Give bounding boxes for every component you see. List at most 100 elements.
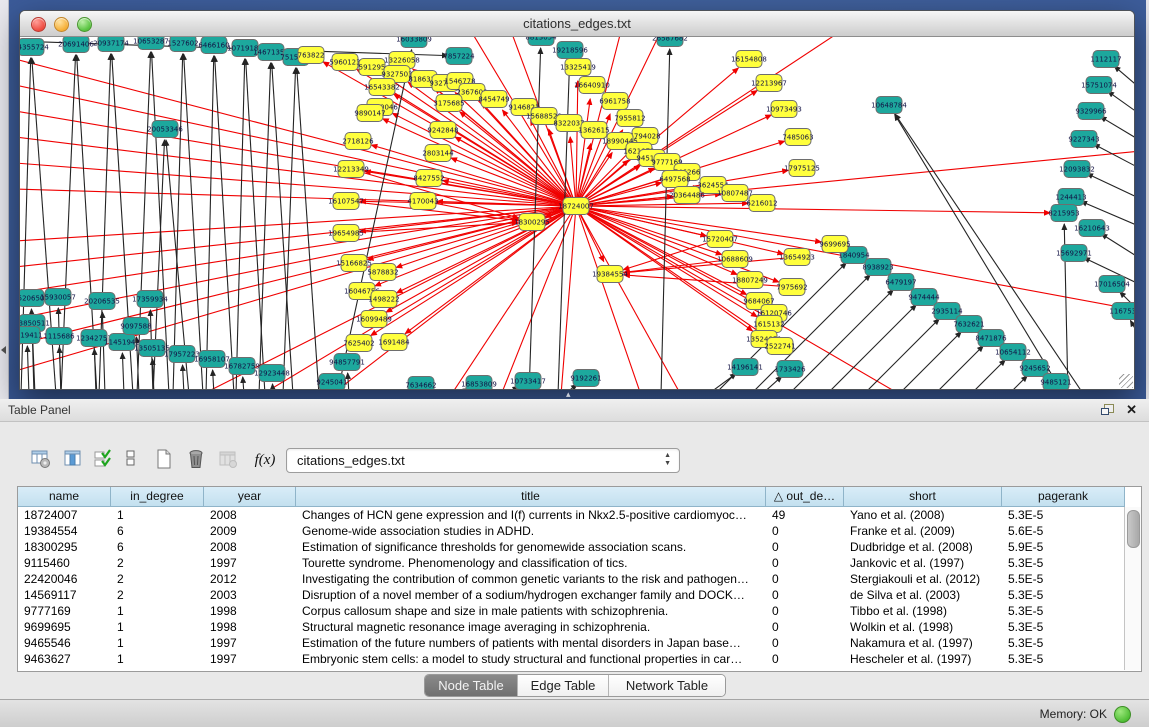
splitter-handle[interactable]: ▴ <box>566 390 571 399</box>
window-resize-grip[interactable] <box>1119 374 1133 388</box>
table-select-value: citations_edges.txt <box>297 453 405 468</box>
table-row[interactable]: 977716911998Corpus callosum shape and si… <box>18 603 1125 619</box>
column-header-name[interactable]: name <box>18 487 111 507</box>
function-builder-icon[interactable]: f(x) <box>249 447 281 473</box>
table-row[interactable]: 1830029562008Estimation of significance … <box>18 539 1125 555</box>
column-header-in_degree[interactable]: in_degree <box>111 487 204 507</box>
graph-edge <box>1130 321 1134 339</box>
table-row[interactable]: 1456911722003Disruption of a novel membe… <box>18 587 1125 603</box>
graph-edge <box>1108 91 1134 115</box>
cell-short: Yano et al. (2008) <box>844 507 1002 523</box>
cell-in_degree: 6 <box>111 539 204 555</box>
graph-node-label: 20206535 <box>84 298 120 306</box>
table-row[interactable]: 1872400712008Changes of HCN gene express… <box>18 507 1125 523</box>
cell-short: Stergiakouli et al. (2012) <box>844 571 1002 587</box>
graph-node-label: 12093832 <box>1059 166 1095 174</box>
cell-in_degree: 1 <box>111 619 204 635</box>
cell-name: 22420046 <box>18 571 111 587</box>
table-row[interactable]: 969969511998Structural magnetic resonanc… <box>18 619 1125 635</box>
cell-pagerank: 5.5E-5 <box>1002 571 1125 587</box>
float-window-icon[interactable] <box>1101 404 1113 415</box>
graph-node-label: 16210643 <box>1074 225 1110 233</box>
graph-node-label: 8813054 <box>525 37 557 42</box>
graph-edge <box>20 137 576 206</box>
graph-node-label: 19218596 <box>552 47 588 55</box>
cell-in_degree: 1 <box>111 635 204 651</box>
graph-node-label: 18300295 <box>514 219 550 227</box>
control-panel-edge <box>0 0 9 399</box>
cell-in_degree: 1 <box>111 603 204 619</box>
select-columns-icon[interactable] <box>90 447 116 473</box>
graph-node-label: 19384554 <box>592 271 628 279</box>
cell-year: 2012 <box>204 571 296 587</box>
graph-node-label: 16107547 <box>328 198 364 206</box>
tab-network-table[interactable]: Network Table <box>609 675 725 696</box>
graph-edge <box>576 206 1050 213</box>
graph-node-label: 9227343 <box>1068 136 1099 144</box>
cell-name: 9777169 <box>18 603 111 619</box>
memory-status-icon[interactable] <box>1114 706 1131 723</box>
cell-title: Genome-wide association studies in ADHD. <box>296 523 766 539</box>
cell-out_degree: 0 <box>766 587 844 603</box>
graph-node-label: 15720407 <box>702 236 738 244</box>
cell-out_degree: 0 <box>766 571 844 587</box>
graph-node-label: 15692971 <box>1056 250 1092 258</box>
delete-icon[interactable] <box>183 447 209 473</box>
graph-node-label: 2718126 <box>342 138 374 146</box>
import-table-icon[interactable] <box>215 447 241 473</box>
scrollbar-thumb[interactable] <box>1127 510 1140 548</box>
column-header-out_degree[interactable]: △ out_de… <box>766 487 844 507</box>
graph-node-label: 10688609 <box>717 256 753 264</box>
panel-collapse-icon[interactable] <box>1 346 6 354</box>
tab-edge-table[interactable]: Edge Table <box>518 675 609 696</box>
graph-node-label: 24355724 <box>20 44 49 52</box>
graph-node-label: 3175685 <box>433 100 464 108</box>
graph-node-label: 5878832 <box>367 269 398 277</box>
column-header-pagerank[interactable]: pagerank <box>1002 487 1125 507</box>
graph-node-label: 1733426 <box>774 366 806 374</box>
graph-edge <box>213 370 214 389</box>
show-columns-icon[interactable] <box>60 447 86 473</box>
table-row[interactable]: 946554611997Estimation of the future num… <box>18 635 1125 651</box>
graph-edge <box>895 114 1064 389</box>
graph-node-label: 8938923 <box>862 264 893 272</box>
table-row[interactable]: 2242004622012Investigating the contribut… <box>18 571 1125 587</box>
table-row[interactable]: 946362711997Embryonic stem cells: a mode… <box>18 651 1125 667</box>
graph-node-label: 9097588 <box>120 323 151 331</box>
graph-node-label: 10733417 <box>510 378 546 386</box>
table-row[interactable]: 911546021997Tourette syndrome. Phenomeno… <box>18 555 1125 571</box>
graph-node-label: 12213967 <box>751 80 787 88</box>
cell-name: 19384554 <box>18 523 111 539</box>
column-header-short[interactable]: short <box>844 487 1002 507</box>
graph-edge <box>863 319 939 389</box>
cell-year: 2008 <box>204 507 296 523</box>
close-panel-icon[interactable]: ✕ <box>1126 402 1137 417</box>
graph-node-label: 9699695 <box>819 241 850 249</box>
graph-node-label: 8454749 <box>478 96 509 104</box>
column-header-year[interactable]: year <box>204 487 296 507</box>
table-tab-group: Node Table Edge Table Network Table <box>424 674 726 697</box>
table-row[interactable]: 1938455462009Genome-wide association stu… <box>18 523 1125 539</box>
network-canvas[interactable]: 2435572420691406209371741065328715276026… <box>20 37 1134 389</box>
graph-node-label: 9245041 <box>316 379 347 387</box>
graph-node-label: 1615132 <box>753 321 784 329</box>
graph-node-label: 20691406 <box>58 41 94 49</box>
table-select-dropdown[interactable]: citations_edges.txt ▲▼ <box>286 448 680 473</box>
cell-name: 14569117 <box>18 587 111 603</box>
row-height-icon[interactable] <box>118 447 144 473</box>
graph-node-label: 9192261 <box>570 375 601 383</box>
network-window-titlebar[interactable]: citations_edges.txt <box>20 11 1134 37</box>
cell-pagerank: 5.6E-5 <box>1002 523 1125 539</box>
tab-node-table[interactable]: Node Table <box>425 675 518 696</box>
table-settings-icon[interactable] <box>28 447 54 473</box>
graph-node-label: 10973493 <box>766 106 802 114</box>
cell-year: 1997 <box>204 651 296 667</box>
graph-node-label: 10653287 <box>133 38 169 46</box>
column-header-title[interactable]: title <box>296 487 766 507</box>
new-document-icon[interactable] <box>151 447 177 473</box>
cell-title: Structural magnetic resonance image aver… <box>296 619 766 635</box>
memory-status-label: Memory: OK <box>1040 707 1107 721</box>
graph-node-label: 6479197 <box>885 279 916 287</box>
graph-node-label: 12213349 <box>333 166 369 174</box>
vertical-scrollbar[interactable] <box>1124 507 1141 670</box>
